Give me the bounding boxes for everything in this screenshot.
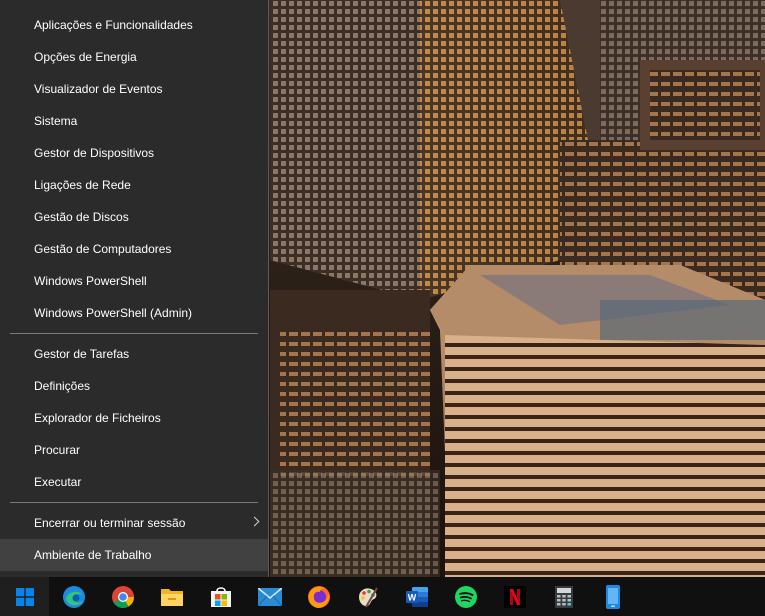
taskbar-spotify[interactable] (441, 577, 490, 616)
firefox-icon (307, 585, 330, 608)
start-button[interactable] (0, 577, 49, 616)
menu-item-network-connections[interactable]: Ligações de Rede (0, 169, 268, 201)
menu-item-file-explorer[interactable]: Explorador de Ficheiros (0, 402, 268, 434)
menu-item-device-manager[interactable]: Gestor de Dispositivos (0, 137, 268, 169)
menu-item-disk-management[interactable]: Gestão de Discos (0, 201, 268, 233)
menu-item-powershell[interactable]: Windows PowerShell (0, 265, 268, 297)
menu-item-apps-features[interactable]: Aplicações e Funcionalidades (0, 9, 268, 41)
menu-item-event-viewer[interactable]: Visualizador de Eventos (0, 73, 268, 105)
taskbar-store[interactable] (196, 577, 245, 616)
menu-item-system[interactable]: Sistema (0, 105, 268, 137)
windows-start-icon (15, 587, 34, 606)
netflix-icon (503, 585, 526, 608)
menu-separator (0, 329, 268, 338)
taskbar: W (0, 577, 765, 616)
menu-item-task-manager[interactable]: Gestor de Tarefas (0, 338, 268, 370)
taskbar-edge[interactable] (49, 577, 98, 616)
menu-item-powershell-admin[interactable]: Windows PowerShell (Admin) (0, 297, 268, 329)
menu-item-shutdown-label: Encerrar ou terminar sessão (34, 516, 186, 530)
menu-item-shutdown-signout[interactable]: Encerrar ou terminar sessão (0, 507, 268, 539)
taskbar-chrome[interactable] (98, 577, 147, 616)
taskbar-calculator[interactable] (539, 577, 588, 616)
taskbar-phone-link[interactable] (588, 577, 637, 616)
file-explorer-icon (160, 588, 183, 606)
mail-icon (257, 587, 282, 606)
winx-context-menu: Aplicações e Funcionalidades Opções de E… (0, 0, 269, 579)
menu-item-settings[interactable]: Definições (0, 370, 268, 402)
taskbar-mail[interactable] (245, 577, 294, 616)
word-icon: W (405, 586, 428, 607)
menu-item-power-options[interactable]: Opções de Energia (0, 41, 268, 73)
taskbar-netflix[interactable] (490, 577, 539, 616)
chevron-right-icon (249, 516, 260, 527)
menu-item-search[interactable]: Procurar (0, 434, 268, 466)
edge-icon (62, 585, 85, 608)
taskbar-paint[interactable] (343, 577, 392, 616)
menu-separator (0, 498, 268, 507)
taskbar-firefox[interactable] (294, 577, 343, 616)
menu-item-computer-management[interactable]: Gestão de Computadores (0, 233, 268, 265)
menu-item-desktop[interactable]: Ambiente de Trabalho (0, 539, 268, 571)
phone-link-icon (605, 584, 620, 609)
chrome-icon (111, 585, 134, 608)
spotify-icon (454, 585, 477, 608)
taskbar-word[interactable]: W (392, 577, 441, 616)
calculator-icon (554, 585, 573, 608)
taskbar-file-explorer[interactable] (147, 577, 196, 616)
menu-item-run[interactable]: Executar (0, 466, 268, 498)
svg-text:W: W (407, 592, 416, 602)
microsoft-store-icon (210, 586, 231, 607)
paint-icon (358, 586, 378, 608)
